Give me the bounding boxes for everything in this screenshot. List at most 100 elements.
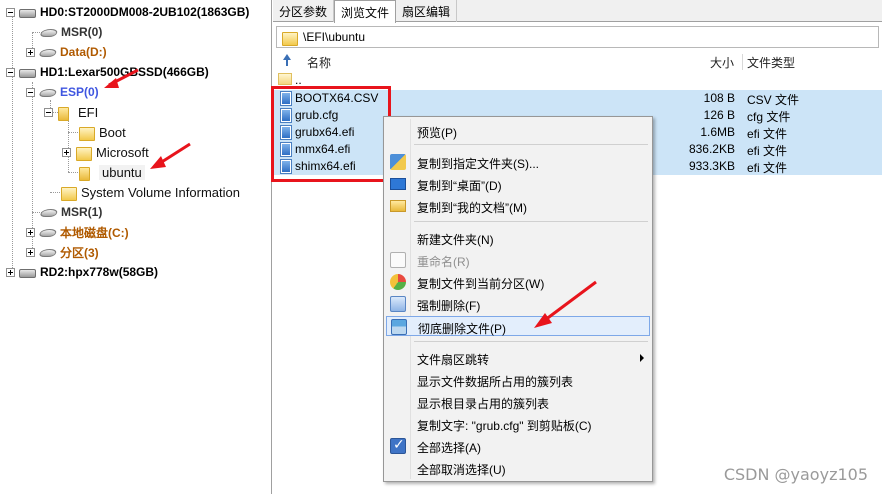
path-bar: \EFI\ubuntu: [276, 26, 879, 48]
tree-node-hd0-msr[interactable]: MSR(0): [40, 22, 102, 42]
file-size: 1.6MB: [700, 125, 735, 139]
menu-item-label: 全部取消选择(U): [417, 463, 506, 477]
tree-node-efi[interactable]: EFI: [44, 102, 98, 122]
menu-item-copy-to-partition[interactable]: 复制文件到当前分区(W): [386, 272, 650, 292]
menu-item-label: 复制到“我的文档”(M): [417, 201, 527, 215]
shredder-icon: [391, 319, 407, 335]
menu-item-copy-to-folder[interactable]: 复制到指定文件夹(S)...: [386, 152, 650, 172]
collapse-toggle[interactable]: [44, 107, 53, 117]
folder-icon: [78, 126, 95, 141]
file-size: 836.2KB: [688, 142, 735, 156]
menu-item-select-all[interactable]: 全部选择(A): [386, 436, 650, 456]
menu-item-copy-to-desktop[interactable]: 复制到“桌面”(D): [386, 174, 650, 194]
hard-disk-icon: [19, 7, 36, 18]
removable-disk-icon: [19, 267, 36, 278]
tree-node-label: ubuntu: [99, 164, 145, 180]
force-delete-icon: [390, 296, 406, 312]
file-list-header: 名称 大小 文件类型: [274, 52, 882, 72]
file-size: 108 B: [703, 91, 735, 105]
menu-item-label: 重命名(R): [417, 255, 470, 269]
menu-item-copy-to-my-documents[interactable]: 复制到“我的文档”(M): [386, 196, 650, 216]
menu-item-shred-delete[interactable]: 彻底删除文件(P): [386, 316, 650, 336]
parent-folder-icon: [278, 73, 292, 85]
tree-node-partition3[interactable]: 分区(3): [26, 242, 99, 262]
submenu-arrow-icon: [640, 354, 644, 362]
expand-toggle[interactable]: [6, 267, 15, 277]
menu-item-label: 显示根目录占用的簇列表: [417, 397, 550, 411]
collapse-toggle[interactable]: [6, 7, 15, 17]
expand-toggle[interactable]: [26, 227, 35, 237]
menu-item-label: 复制到指定文件夹(S)...: [417, 157, 539, 171]
folder-icon: [390, 200, 406, 212]
tree-node-label: HD0:ST2000DM008-2UB102(1863GB): [40, 5, 250, 19]
collapse-toggle[interactable]: [6, 67, 15, 77]
file-type: efi 文件: [747, 144, 788, 158]
tree-node-label: MSR(0): [61, 25, 103, 39]
partition-icon: [39, 87, 55, 97]
menu-item-sector-jump[interactable]: 文件扇区跳转: [386, 348, 650, 368]
partition-pie-icon: [390, 274, 406, 290]
tab-partition-params[interactable]: 分区参数: [273, 0, 335, 22]
menu-item-show-cluster-list[interactable]: 显示文件数据所占用的簇列表: [386, 370, 650, 390]
column-header-name[interactable]: 名称: [307, 54, 331, 71]
menu-item-preview[interactable]: 预览(P): [386, 121, 650, 141]
menu-item-force-delete[interactable]: 强制删除(F): [386, 294, 650, 314]
annotation-highlight-box: [271, 86, 391, 182]
tree-node-system-volume-information[interactable]: System Volume Information: [60, 182, 240, 202]
expand-toggle[interactable]: [62, 147, 71, 157]
expand-toggle[interactable]: [26, 247, 35, 257]
partition-icon: [39, 47, 55, 57]
tree-node-label: RD2:hpx778w(58GB): [40, 265, 159, 279]
folder-icon: [281, 31, 298, 46]
collapse-toggle[interactable]: [26, 87, 35, 97]
file-name: ..: [295, 73, 302, 87]
menu-item-label: 显示文件数据所占用的簇列表: [417, 375, 574, 389]
tree-node-label: System Volume Information: [81, 184, 240, 200]
tree-node-label: 本地磁盘(C:): [60, 225, 129, 240]
tree-node-ubuntu[interactable]: ubuntu: [78, 162, 145, 182]
column-header-type[interactable]: 文件类型: [747, 54, 795, 71]
tab-browse-files[interactable]: 浏览文件: [334, 0, 397, 23]
tree-node-microsoft[interactable]: Microsoft: [62, 142, 149, 162]
tree-node-label: HD1:Lexar500GBSSD(466GB): [40, 65, 209, 79]
menu-item-label: 复制文件到当前分区(W): [417, 277, 545, 291]
menu-item-copy-text[interactable]: 复制文字: "grub.cfg" 到剪贴板(C): [386, 414, 650, 434]
column-divider[interactable]: [742, 54, 743, 70]
menu-item-label: 彻底删除文件(P): [418, 322, 506, 336]
tree-node-hd0-data[interactable]: Data(D:): [26, 42, 107, 62]
menu-item-label: 文件扇区跳转: [417, 353, 490, 367]
menu-item-label: 复制文字: "grub.cfg" 到剪贴板(C): [417, 419, 592, 433]
folder-open-icon: [78, 166, 94, 181]
menu-item-new-folder[interactable]: 新建文件夹(N): [386, 228, 650, 248]
tree-node-label: Boot: [99, 124, 126, 140]
tree-node-label: MSR(1): [61, 205, 103, 219]
tab-sector-edit[interactable]: 扇区编辑: [396, 0, 458, 22]
context-menu: 预览(P) 复制到指定文件夹(S)... 复制到“桌面”(D) 复制到“我的文档…: [383, 116, 653, 482]
folder-icon: [60, 186, 77, 201]
menu-item-show-root-cluster-list[interactable]: 显示根目录占用的簇列表: [386, 392, 650, 412]
menu-item-label: 新建文件夹(N): [417, 233, 494, 247]
parent-directory-icon[interactable]: [280, 54, 294, 68]
tree-node-label: 分区(3): [60, 245, 99, 260]
menu-separator: [414, 341, 648, 342]
tree-node-rd2[interactable]: RD2:hpx778w(58GB): [6, 262, 158, 282]
menu-item-label: 全部选择(A): [417, 441, 481, 455]
menu-item-label: 强制删除(F): [417, 299, 481, 313]
column-header-size[interactable]: 大小: [710, 54, 734, 71]
partition-icon: [40, 207, 56, 217]
tree-node-hd1[interactable]: HD1:Lexar500GBSSD(466GB): [6, 62, 209, 82]
partition-icon: [39, 227, 55, 237]
tree-node-hd1-msr[interactable]: MSR(1): [40, 202, 102, 222]
file-type: efi 文件: [747, 161, 788, 175]
menu-item-rename: 重命名(R): [386, 250, 650, 270]
tree-node-esp[interactable]: ESP(0): [26, 82, 99, 102]
folder-icon: [75, 146, 92, 161]
tree-node-hd0[interactable]: HD0:ST2000DM008-2UB102(1863GB): [6, 2, 249, 22]
expand-toggle[interactable]: [26, 47, 35, 57]
file-type: CSV 文件: [747, 93, 800, 107]
menu-item-deselect-all[interactable]: 全部取消选择(U): [386, 458, 650, 478]
tree-node-label: ESP(0): [60, 85, 99, 99]
menu-item-label: 复制到“桌面”(D): [417, 179, 502, 193]
tree-node-boot[interactable]: Boot: [78, 122, 126, 142]
tree-node-local-disk-c[interactable]: 本地磁盘(C:): [26, 222, 129, 242]
